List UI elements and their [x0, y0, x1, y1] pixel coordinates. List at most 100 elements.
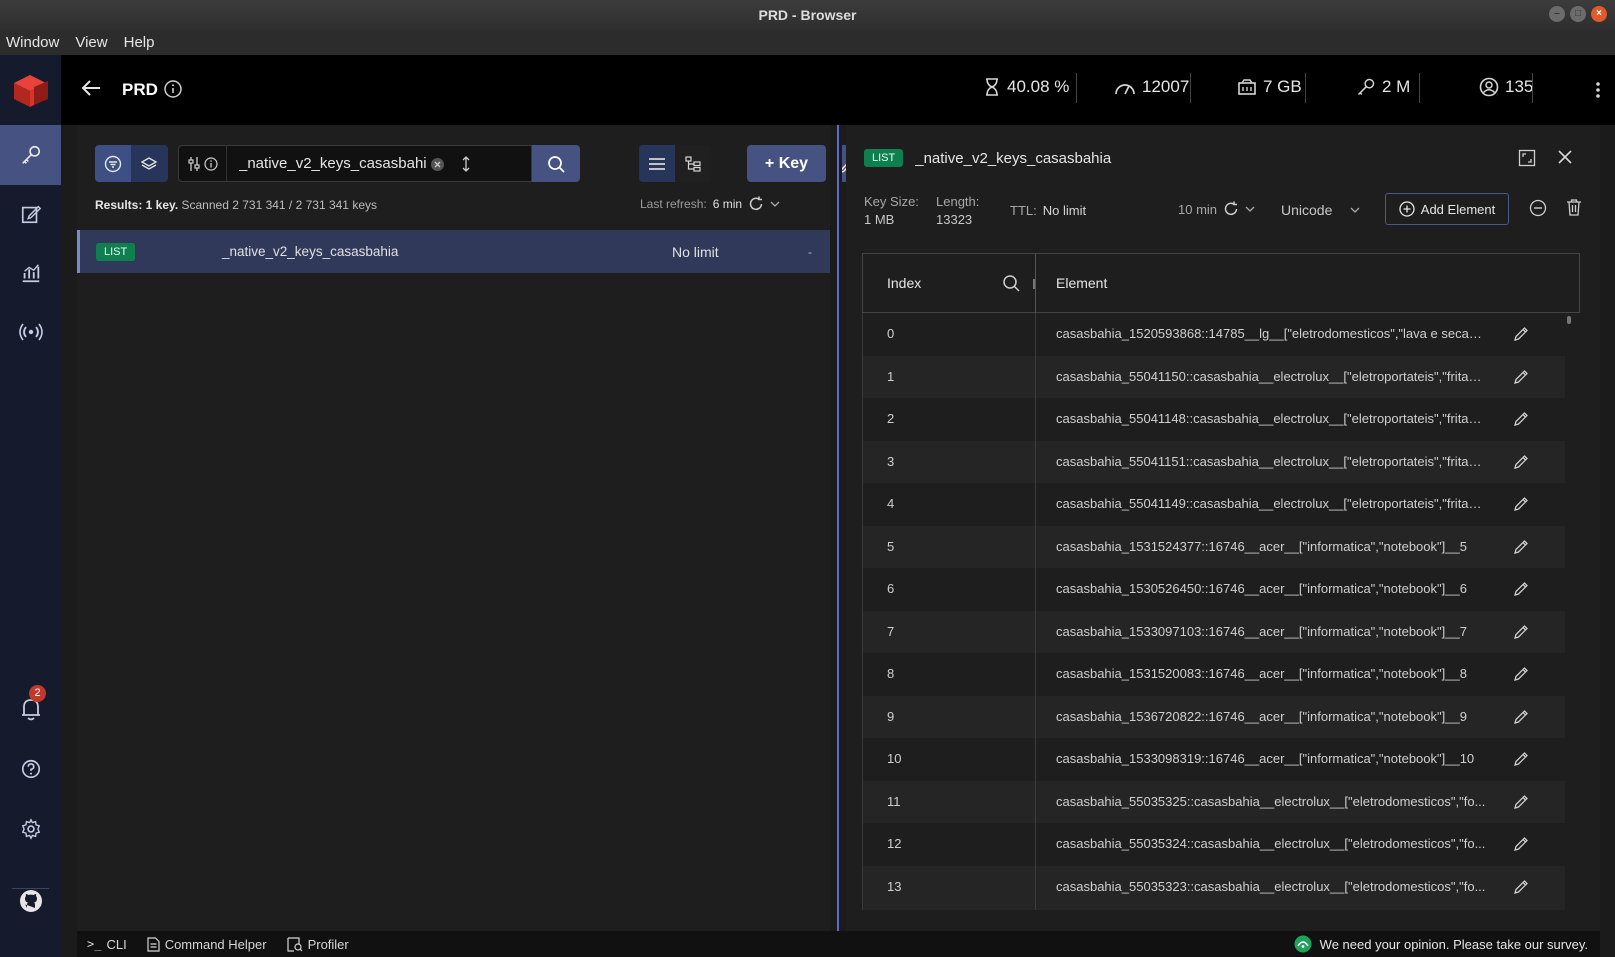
clients-value: 135 — [1505, 77, 1534, 96]
table-row[interactable]: 12 casasbahia_55035324::casasbahia__elec… — [862, 823, 1565, 867]
pencil-icon[interactable] — [1513, 496, 1529, 512]
tree-view-button[interactable] — [675, 145, 711, 182]
sidebar-item-analysis[interactable] — [0, 243, 61, 303]
table-row[interactable]: 2 casasbahia_55041148::casasbahia__elect… — [862, 398, 1565, 442]
pencil-icon[interactable] — [1513, 624, 1529, 640]
info-icon[interactable] — [163, 79, 183, 99]
pencil-icon[interactable] — [1513, 666, 1529, 682]
sidebar-item-workbench[interactable] — [0, 184, 61, 244]
table-row[interactable]: 0 casasbahia_1520593868::14785__lg__["el… — [862, 313, 1565, 357]
pencil-icon[interactable] — [1513, 751, 1529, 767]
ttl-info[interactable]: TTL: No limit — [1010, 203, 1086, 218]
table-row[interactable]: 13 casasbahia_55035323::casasbahia__elec… — [862, 865, 1565, 910]
table-row[interactable]: 8 casasbahia_1531520083::16746__acer__["… — [862, 653, 1565, 697]
row-index: 6 — [887, 581, 895, 596]
add-element-button[interactable]: Add Element — [1385, 193, 1509, 225]
panel-resizer[interactable] — [830, 125, 842, 931]
back-arrow-icon[interactable] — [81, 79, 101, 97]
maximize-button[interactable]: □ — [1570, 6, 1586, 22]
auto-refresh[interactable]: 10 min — [1178, 201, 1255, 217]
pencil-icon[interactable] — [1513, 369, 1529, 385]
table-row[interactable]: 10 casasbahia_1533098319::16746__acer__[… — [862, 738, 1565, 782]
key-type-filter[interactable] — [179, 146, 227, 181]
pencil-icon[interactable] — [1513, 879, 1529, 895]
search-button[interactable] — [532, 145, 580, 182]
sidebar-item-settings[interactable] — [0, 799, 61, 859]
remove-elements-icon[interactable] — [1529, 199, 1547, 217]
profiler-button[interactable]: Profiler — [286, 937, 349, 952]
menu-help[interactable]: Help — [118, 34, 161, 51]
tree-icon — [685, 155, 701, 172]
stat-separator — [1190, 73, 1191, 103]
search-icon[interactable] — [1002, 274, 1020, 292]
table-row[interactable]: 7 casasbahia_1533097103::16746__acer__["… — [862, 610, 1565, 655]
table-row[interactable]: 11 casasbahia_55035325::casasbahia__elec… — [862, 780, 1565, 825]
ops-value: 12007 — [1142, 77, 1190, 96]
last-refresh-label: Last refresh: — [640, 197, 707, 211]
row-element: casasbahia_1533097103::16746__acer__["in… — [1056, 623, 1467, 639]
chevron-down-icon[interactable] — [770, 200, 780, 208]
pencil-icon[interactable] — [1513, 581, 1529, 597]
row-index: 9 — [887, 708, 895, 724]
pencil-icon[interactable] — [1513, 539, 1529, 555]
length-info: Length: 13323 — [936, 193, 979, 229]
length-value: 13323 — [936, 212, 973, 227]
command-helper-button[interactable]: Command Helper — [147, 937, 267, 952]
analytics-icon — [22, 264, 39, 283]
row-index: 5 — [887, 538, 895, 554]
table-row[interactable]: 1 casasbahia_55041150::casasbahia__elect… — [862, 355, 1565, 400]
encoding-select[interactable]: Unicode — [1281, 202, 1360, 218]
table-row[interactable]: 5 casasbahia_1531524377::16746__acer__["… — [862, 525, 1565, 570]
row-element: casasbahia_1531520083::16746__acer__["in… — [1056, 666, 1467, 681]
close-icon[interactable] — [1556, 148, 1574, 166]
close-window-button[interactable]: × — [1591, 6, 1607, 22]
more-options-icon[interactable] — [1595, 81, 1601, 99]
add-key-button[interactable]: + Key — [747, 145, 826, 182]
vector-search-button[interactable] — [131, 145, 167, 182]
pencil-icon[interactable] — [1513, 794, 1529, 810]
row-index: 7 — [887, 623, 895, 639]
sidebar-item-pubsub[interactable] — [0, 302, 61, 362]
pencil-icon[interactable] — [1513, 326, 1529, 342]
keys-value: 2 M — [1382, 77, 1411, 96]
row-element: casasbahia_55041151::casasbahia__electro… — [1056, 453, 1486, 469]
row-index: 13 — [887, 878, 902, 894]
trash-icon[interactable] — [1566, 198, 1582, 216]
list-view-button[interactable] — [639, 145, 675, 182]
pattern-search-button[interactable] — [95, 145, 131, 182]
redis-logo[interactable] — [12, 73, 50, 109]
pencil-icon[interactable] — [1513, 709, 1529, 725]
refresh-icon[interactable] — [748, 196, 764, 212]
search-input[interactable] — [227, 155, 427, 172]
expand-vertical-icon[interactable] — [460, 155, 472, 173]
pencil-icon[interactable] — [1513, 836, 1529, 852]
menu-view[interactable]: View — [69, 34, 113, 51]
bottom-bar: >_ CLI Command Helper Profiler We need y… — [77, 931, 1600, 957]
encoding-value: Unicode — [1281, 202, 1333, 218]
sidebar-item-notifications[interactable]: 2 — [0, 679, 61, 739]
chevron-down-icon[interactable] — [1245, 205, 1255, 213]
sidebar-item-help[interactable] — [0, 739, 61, 799]
table-row[interactable]: 6 casasbahia_1530526450::16746__acer__["… — [862, 568, 1565, 612]
menu-window[interactable]: Window — [0, 34, 65, 51]
table-row[interactable]: 9 casasbahia_1536720822::16746__acer__["… — [862, 695, 1565, 740]
sidebar-item-browser[interactable] — [0, 125, 61, 185]
minimize-button[interactable]: – — [1549, 6, 1565, 22]
clear-search-icon[interactable] — [430, 157, 445, 172]
window-title: PRD - Browser — [758, 7, 857, 23]
fullscreen-icon[interactable] — [1518, 149, 1536, 167]
cli-button[interactable]: >_ CLI — [87, 937, 127, 952]
sidebar: 2 — [0, 55, 61, 957]
details-key-name[interactable]: _native_v2_keys_casasbahia — [915, 150, 1111, 167]
table-row[interactable]: 4 casasbahia_55041149::casasbahia__elect… — [862, 483, 1565, 527]
pencil-icon[interactable] — [1513, 411, 1529, 427]
column-header-element: Element — [1056, 275, 1108, 291]
table-row[interactable]: 3 casasbahia_55041151::casasbahia__elect… — [862, 440, 1565, 485]
scrollbar[interactable] — [1567, 316, 1571, 324]
key-list-row[interactable]: LIST _native_v2_keys_casasbahia No limit… — [77, 230, 830, 273]
sidebar-item-github[interactable] — [0, 871, 61, 931]
pencil-icon[interactable] — [1513, 454, 1529, 470]
refresh-icon[interactable] — [1223, 201, 1239, 217]
survey-link[interactable]: We need your opinion. Please take our su… — [1294, 935, 1588, 953]
column-resize-handle[interactable] — [1033, 279, 1035, 289]
